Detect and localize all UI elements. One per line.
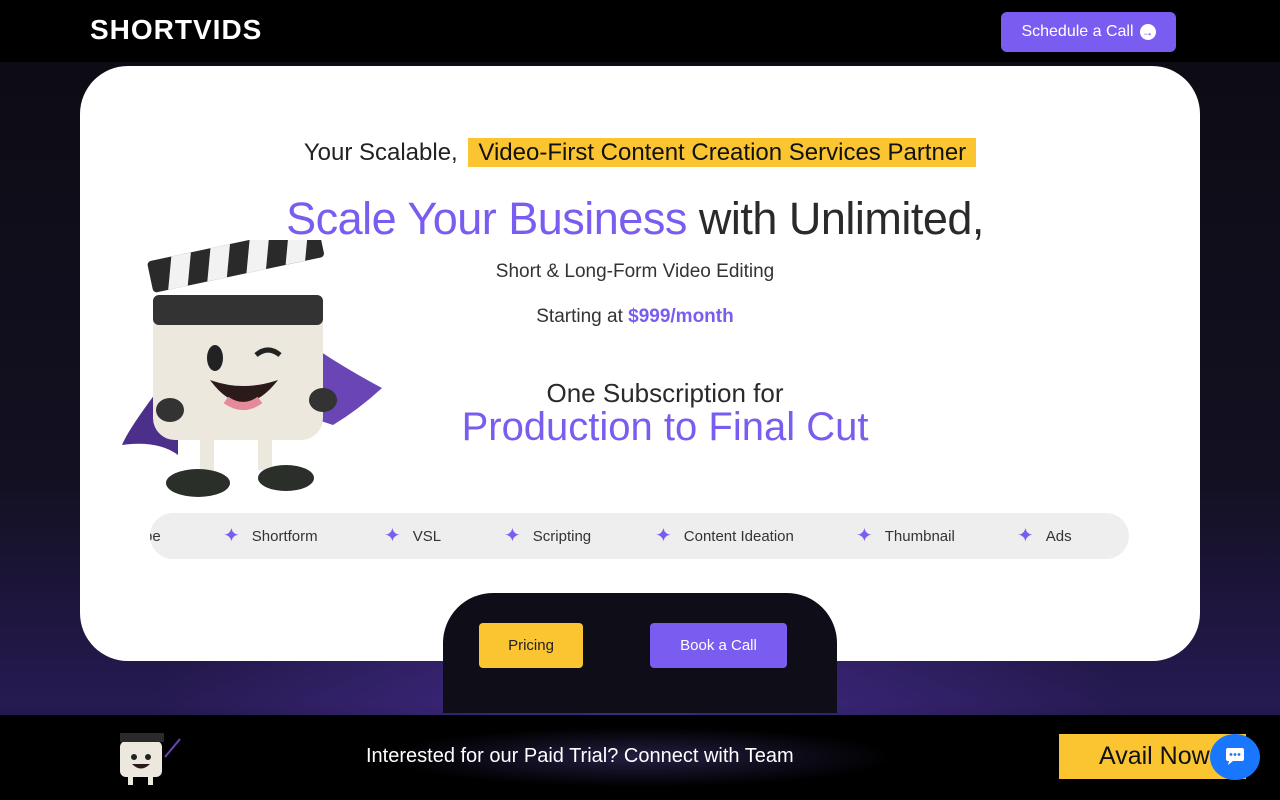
service-item-content-ideation: ✦ Content Ideation [655, 513, 794, 559]
service-item-scripting: ✦ Scripting [504, 513, 591, 559]
sparkle-icon: ✦ [1017, 525, 1034, 547]
service-item-ads: ✦ Ads [1017, 513, 1072, 559]
service-item-vsl: ✦ VSL [384, 513, 441, 559]
schedule-call-label: Schedule a Call [1021, 23, 1134, 40]
headline-accent: Scale Your Business [286, 193, 687, 244]
clapperboard-mascot-image [122, 240, 382, 497]
service-item-partial: be [150, 513, 161, 559]
service-label: Scripting [532, 527, 592, 545]
service-item-thumbnail: ✦ Thumbnail [856, 513, 955, 559]
service-label: Shortform [251, 527, 318, 545]
service-item-shortform: ✦ Shortform [223, 513, 318, 559]
service-label: Ads [1045, 527, 1072, 545]
chat-widget-button[interactable] [1210, 734, 1260, 780]
service-label: Content Ideation [683, 527, 794, 545]
sparkle-icon: ✦ [223, 525, 240, 547]
service-label: be [150, 527, 161, 545]
schedule-call-button[interactable]: Schedule a Call → [1001, 12, 1176, 52]
chat-bubble-icon [1226, 748, 1244, 765]
price-amount: $999/month [628, 306, 734, 327]
service-label: Thumbnail [884, 527, 955, 545]
hero-headline: Scale Your Business with Unlimited, [0, 193, 1270, 245]
mini-mascot-image [120, 733, 181, 785]
trial-banner-text: Interested for our Paid Trial? Connect w… [366, 745, 794, 767]
site-header: SHORTVIDS Schedule a Call → [0, 0, 1280, 62]
headline-rest: with Unlimited, [686, 193, 985, 244]
book-call-button[interactable]: Book a Call [650, 623, 787, 668]
hero-tagline: Your Scalable, Video-First Content Creat… [0, 138, 1280, 167]
sparkle-icon: ✦ [504, 525, 521, 547]
pricing-button[interactable]: Pricing [479, 623, 583, 668]
tagline-highlight: Video-First Content Creation Services Pa… [468, 138, 977, 167]
sparkle-icon: ✦ [655, 525, 672, 547]
tagline-prefix: Your Scalable, [303, 139, 458, 166]
service-label: VSL [412, 527, 442, 545]
sparkle-icon: ✦ [856, 525, 873, 547]
brand-logo[interactable]: SHORTVIDS [90, 14, 262, 46]
sparkle-icon: ✦ [384, 525, 401, 547]
arrow-right-circle-icon: → [1139, 24, 1156, 40]
price-prefix: Starting at [536, 306, 629, 327]
services-marquee: be ✦ Shortform ✦ VSL ✦ Scripting ✦ Conte… [150, 513, 1129, 559]
